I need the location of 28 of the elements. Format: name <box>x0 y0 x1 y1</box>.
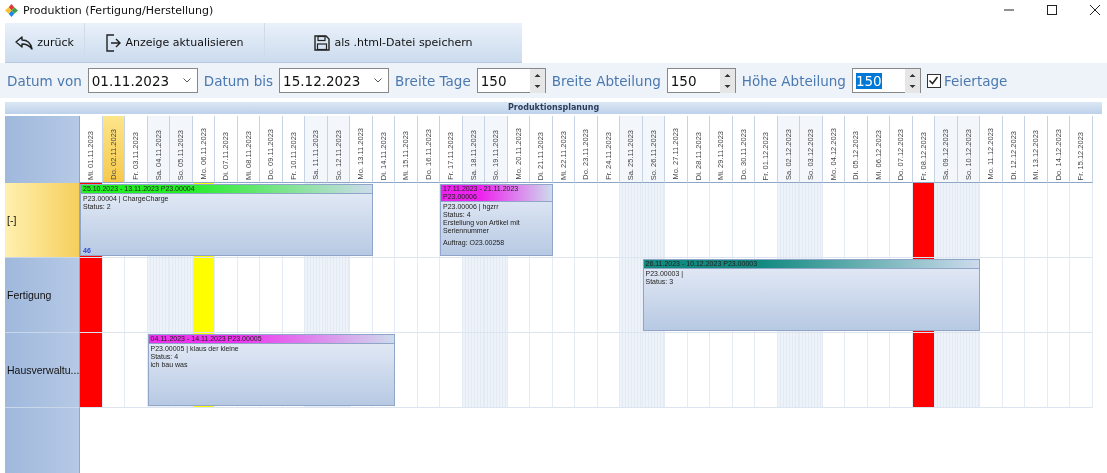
app-logo-icon <box>5 3 18 17</box>
toolbar-button[interactable]: als .html-Datei speichern <box>265 23 522 62</box>
back-arrow-icon <box>15 35 34 50</box>
number-spinner[interactable]: 150 <box>666 68 736 93</box>
department-label[interactable]: Hausverwaltu... <box>5 333 80 408</box>
date-picker[interactable]: 15.12.2023 <box>279 68 390 93</box>
field-label: Datum bis <box>203 72 274 89</box>
field-label: Breite Abteilung <box>551 72 661 89</box>
field-label: Breite Tage <box>395 72 471 89</box>
checkbox-label: Feiertage <box>943 72 1008 89</box>
toolbar-button[interactable]: zurück <box>5 23 85 62</box>
department-label[interactable]: [-] <box>5 183 80 258</box>
chevron-down-icon <box>182 78 191 83</box>
chevron-down-icon <box>374 78 383 83</box>
number-spinner[interactable]: 150 <box>851 68 921 93</box>
checkmark-icon <box>928 75 940 86</box>
field-label: Datum von <box>7 72 82 89</box>
window-title: Produktion (Fertigung/Herstellung) <box>23 3 214 17</box>
close-icon[interactable] <box>1090 5 1100 15</box>
date-picker[interactable]: 01.11.2023 <box>87 68 198 93</box>
toolbar-button[interactable]: Anzeige aktualisieren <box>85 23 265 62</box>
number-spinner[interactable]: 150 <box>476 68 546 93</box>
section-header: Produktionsplanung <box>5 102 1102 114</box>
exit-arrow-icon <box>105 33 122 52</box>
department-label[interactable]: Fertigung <box>5 258 80 333</box>
checkbox[interactable] <box>926 73 941 88</box>
field-label: Höhe Abteilung <box>741 72 846 89</box>
maximize-icon[interactable] <box>1047 5 1057 15</box>
